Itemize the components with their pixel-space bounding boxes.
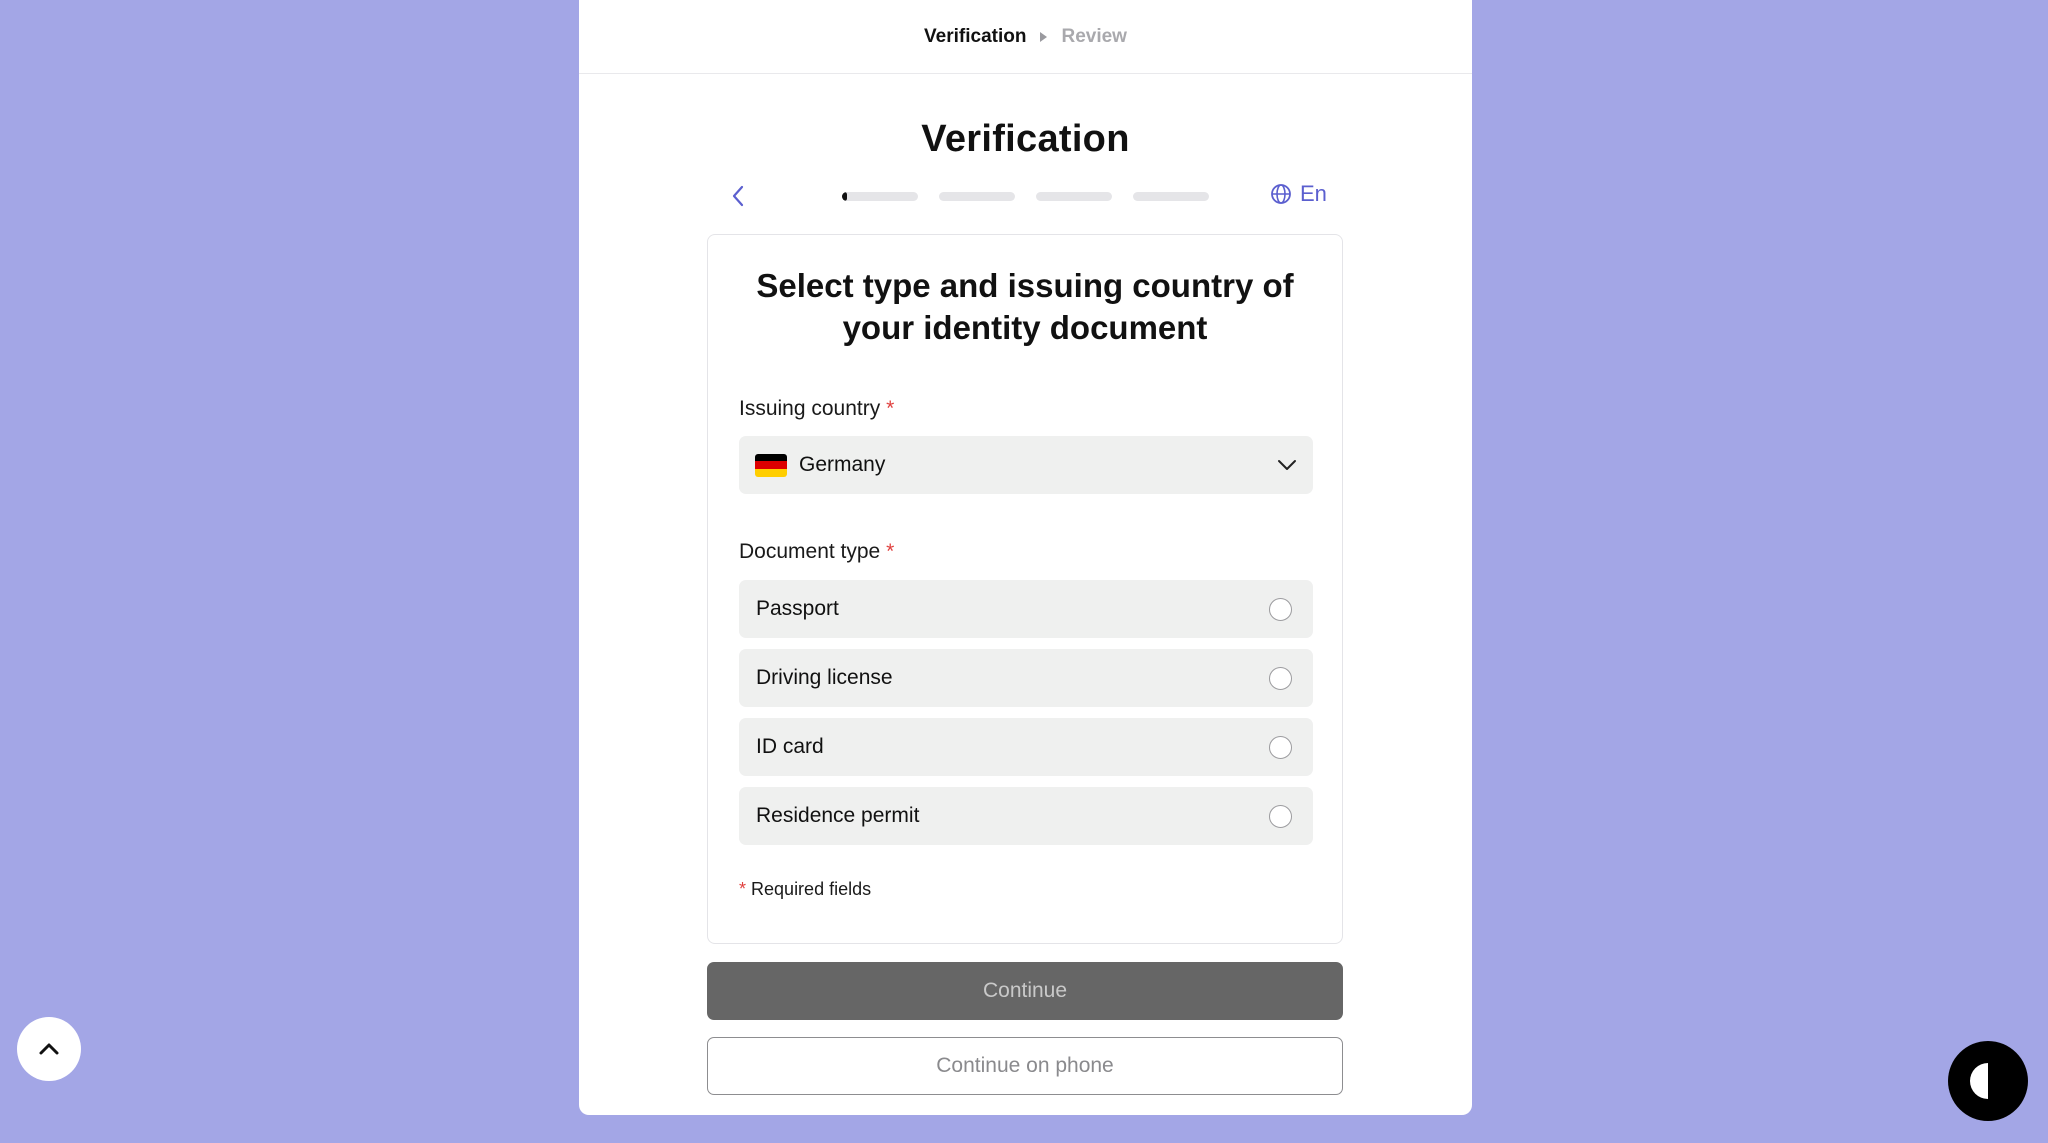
progress-segment [1036,192,1112,201]
radio-button[interactable] [1269,666,1292,690]
germany-flag-icon [755,453,787,477]
radio-button[interactable] [1269,597,1292,621]
progress-segment [842,192,918,201]
progress-fill [842,192,847,201]
required-fields-note: * Required fields [739,879,871,900]
card-title: Select type and issuing country of your … [756,267,1294,346]
required-asterisk: * [739,879,747,899]
flag-stripe [755,468,787,477]
issuing-country-value: Germany [799,453,886,476]
language-label: En [1300,181,1327,206]
chevron-up-icon [39,1043,59,1055]
document-type-option[interactable]: Residence permit [739,787,1313,845]
required-fields-text: Required fields [751,879,872,899]
breadcrumb-arrow-icon [1040,31,1048,42]
radio-button[interactable] [1269,735,1292,759]
required-asterisk: * [886,397,895,420]
document-type-label: Document type * [739,540,894,564]
scroll-to-top-button[interactable] [17,1017,81,1081]
chevron-down-icon [1278,460,1296,470]
document-type-option[interactable]: Driving license [739,649,1313,707]
document-type-options: Passport Driving license ID card Residence … [739,580,1313,856]
issuing-country-select[interactable]: Germany [739,436,1313,494]
continue-on-phone-button[interactable]: Continue on phone [707,1037,1343,1095]
document-type-option[interactable]: Passport [739,580,1313,638]
verification-panel: Verification Review Verification En Sele… [579,0,1472,1115]
document-type-option-label: Passport [756,597,839,620]
issuing-country-label-text: Issuing country [739,397,881,420]
radio-button[interactable] [1269,804,1292,828]
document-type-option[interactable]: ID card [739,718,1313,776]
breadcrumb-step-review: Review [1061,25,1127,47]
language-selector[interactable]: En [1270,181,1327,207]
chevron-left-icon [732,185,744,207]
document-type-option-label: ID card [756,735,824,758]
breadcrumb-step-verification: Verification [924,25,1027,47]
flag-stripe [755,461,787,469]
step-toolbar: En [579,178,1472,214]
progress-segment [939,192,1015,201]
progress-segment [1133,192,1209,201]
step-progress [842,192,1209,201]
document-type-option-label: Residence permit [756,804,920,827]
required-asterisk: * [886,540,895,563]
contrast-icon [1970,1063,2006,1099]
back-button[interactable] [724,182,752,210]
continue-button[interactable]: Continue [707,962,1343,1020]
flag-stripe [755,453,787,462]
document-type-option-label: Driving license [756,666,893,689]
document-selection-card: Select type and issuing country of your … [707,234,1343,944]
document-type-label-text: Document type [739,540,881,563]
contrast-toggle-button[interactable] [1948,1041,2028,1121]
globe-icon [1271,184,1291,204]
page-title: Verification [921,118,1130,160]
breadcrumb: Verification Review [579,0,1472,74]
issuing-country-label: Issuing country * [739,397,894,421]
